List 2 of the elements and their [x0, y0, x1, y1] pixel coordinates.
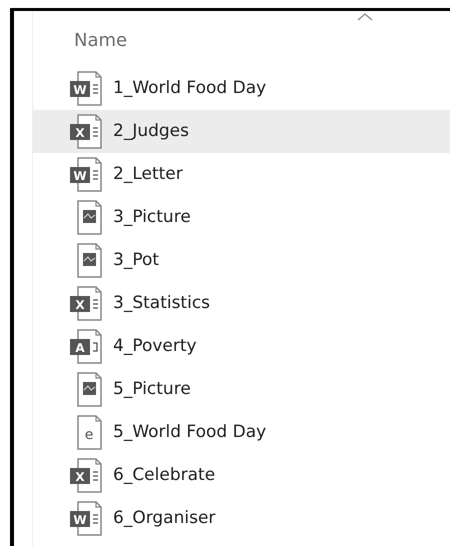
- column-header[interactable]: Name: [74, 30, 128, 51]
- file-row[interactable]: X 2_Judges: [33, 110, 450, 153]
